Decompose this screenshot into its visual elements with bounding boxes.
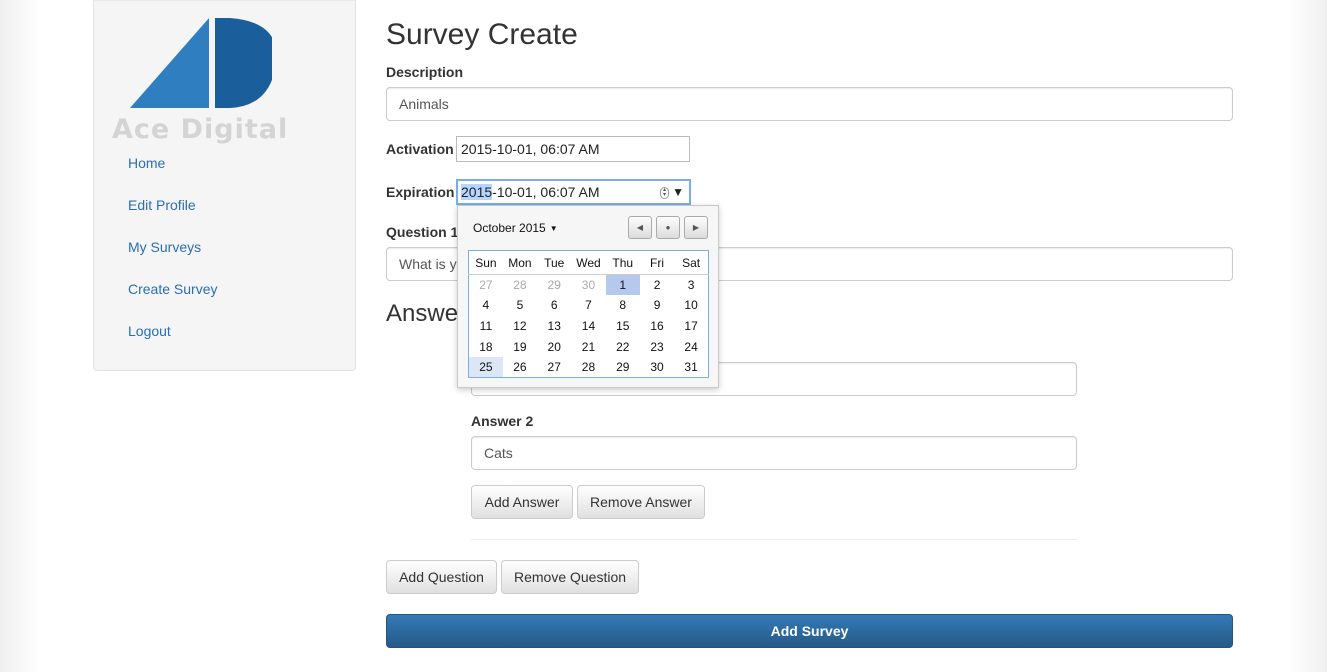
stepper-icon[interactable]: ▴ ▾ [660, 187, 669, 199]
calendar-day[interactable]: 27 [537, 357, 571, 378]
remove-answer-button[interactable]: Remove Answer [577, 485, 705, 519]
calendar-days: 27 28 29 30 1 2 3 4 5 6 7 8 9 10 11 12 13 14 15 16 17 18 19 20 2… [468, 274, 709, 378]
calendar-day[interactable]: 25 [468, 356, 503, 378]
remove-question-button[interactable]: Remove Question [501, 560, 639, 594]
expiration-rest-segment[interactable]: -10-01, 06:07 AM [492, 184, 599, 200]
next-month-icon[interactable]: ▶ [684, 216, 708, 239]
description-input[interactable]: Animals [386, 87, 1233, 121]
dropdown-arrow-icon[interactable]: ▼ [672, 181, 684, 203]
weekday-header: Mon [508, 255, 532, 270]
calendar-day[interactable]: 27 [469, 275, 503, 296]
calendar-day[interactable]: 11 [469, 316, 503, 337]
page-shade-left [0, 0, 40, 672]
calendar-day[interactable]: 29 [606, 357, 640, 378]
calendar-day[interactable]: 9 [640, 295, 674, 316]
calendar-day[interactable]: 17 [674, 316, 708, 337]
add-question-button[interactable]: Add Question [386, 560, 497, 594]
nav-my-surveys[interactable]: My Surveys [128, 237, 217, 257]
expiration-datetime-input[interactable]: 2015-10-01, 06:07 AM ▴ ▾ ▼ [456, 179, 691, 205]
calendar-week-row: 27 28 29 30 1 2 3 [469, 274, 709, 296]
logo-text: Ace Digital [112, 114, 289, 145]
divider [471, 539, 1077, 540]
nav-home[interactable]: Home [128, 153, 217, 173]
nav-create-survey[interactable]: Create Survey [128, 279, 217, 299]
calendar-day[interactable]: 13 [537, 316, 571, 337]
calendar-day[interactable]: 15 [606, 316, 640, 337]
calendar-day[interactable]: 31 [674, 357, 708, 378]
question-label: Question 1 [386, 224, 459, 240]
weekday-header: Fri [650, 255, 665, 270]
calendar-week-row: 4 5 6 7 8 9 10 [469, 295, 709, 316]
calendar-day[interactable]: 24 [674, 336, 708, 357]
weekday-header: Tue [544, 255, 565, 270]
calendar-day[interactable]: 20 [537, 336, 571, 357]
calendar-week-row: 18 19 20 21 22 23 24 [469, 336, 709, 357]
prev-month-icon[interactable]: ◀ [628, 216, 652, 239]
calendar-day[interactable]: 10 [674, 295, 708, 316]
calendar-day[interactable]: 3 [674, 275, 708, 296]
calendar-day[interactable]: 26 [503, 357, 537, 378]
calendar-day[interactable]: 12 [503, 316, 537, 337]
answers-heading: Answe [386, 300, 459, 327]
activation-label: Activation [386, 141, 454, 157]
calendar-day[interactable]: 7 [571, 295, 605, 316]
weekday-header: Wed [576, 255, 601, 270]
activation-datetime-input[interactable]: 2015-10-01, 06:07 AM [456, 136, 690, 162]
calendar-day[interactable]: 5 [503, 295, 537, 316]
calendar-day[interactable]: 21 [571, 336, 605, 357]
weekday-header: Thu [612, 255, 634, 270]
calendar-day[interactable]: 22 [606, 336, 640, 357]
weekday-header: Sat [682, 255, 701, 270]
calendar-day[interactable]: 28 [571, 357, 605, 378]
expiration-year-segment[interactable]: 2015 [461, 184, 493, 200]
answer2-label: Answer 2 [471, 413, 534, 429]
calendar-grid: Sun Mon Tue Wed Thu Fri Sat 27 28 29 30 1 2 3 4… [468, 250, 709, 378]
calendar-week-row: 25 26 27 28 29 30 31 [468, 356, 709, 378]
brand-logo: Ace Digital [112, 18, 292, 145]
calendar-day[interactable]: 1 [605, 274, 640, 296]
today-dot-icon[interactable]: ● [656, 216, 680, 239]
calendar-month-select[interactable]: October 2015 ▼ [473, 221, 558, 235]
nav-edit-profile[interactable]: Edit Profile [128, 195, 217, 215]
calendar-week-row: 11 12 13 14 15 16 17 [469, 316, 709, 337]
page-title: Survey Create [386, 18, 578, 51]
nav-logout[interactable]: Logout [128, 321, 217, 341]
page-shade-right [1287, 0, 1327, 672]
date-picker-popup: October 2015 ▼ ◀ ● ▶ Sun Mon Tue Wed Thu … [457, 205, 719, 388]
sidebar: Ace Digital Home Edit Profile My Surveys… [93, 0, 356, 371]
calendar-day[interactable]: 28 [503, 275, 537, 296]
calendar-month-label: October 2015 [473, 221, 546, 235]
calendar-day[interactable]: 23 [640, 336, 674, 357]
answer2-input[interactable]: Cats [471, 436, 1077, 470]
calendar-day[interactable]: 2 [640, 275, 674, 296]
logo-sail-icon [130, 18, 272, 108]
sidebar-nav: Home Edit Profile My Surveys Create Surv… [128, 153, 217, 363]
calendar-day[interactable]: 6 [537, 295, 571, 316]
calendar-day[interactable]: 8 [606, 295, 640, 316]
add-answer-button[interactable]: Add Answer [471, 485, 573, 519]
description-label: Description [386, 64, 464, 80]
calendar-day[interactable]: 18 [469, 336, 503, 357]
calendar-day[interactable]: 30 [640, 357, 674, 378]
calendar-day[interactable]: 4 [469, 295, 503, 316]
calendar-day[interactable]: 16 [640, 316, 674, 337]
expiration-label: Expiration [386, 184, 455, 200]
calendar-day[interactable]: 30 [571, 275, 605, 296]
add-survey-button[interactable]: Add Survey [386, 614, 1233, 648]
calendar-day[interactable]: 29 [537, 275, 571, 296]
caret-down-icon: ▼ [549, 224, 558, 234]
calendar-day[interactable]: 14 [571, 316, 605, 337]
calendar-day[interactable]: 19 [503, 336, 537, 357]
weekday-header: Sun [475, 255, 497, 270]
